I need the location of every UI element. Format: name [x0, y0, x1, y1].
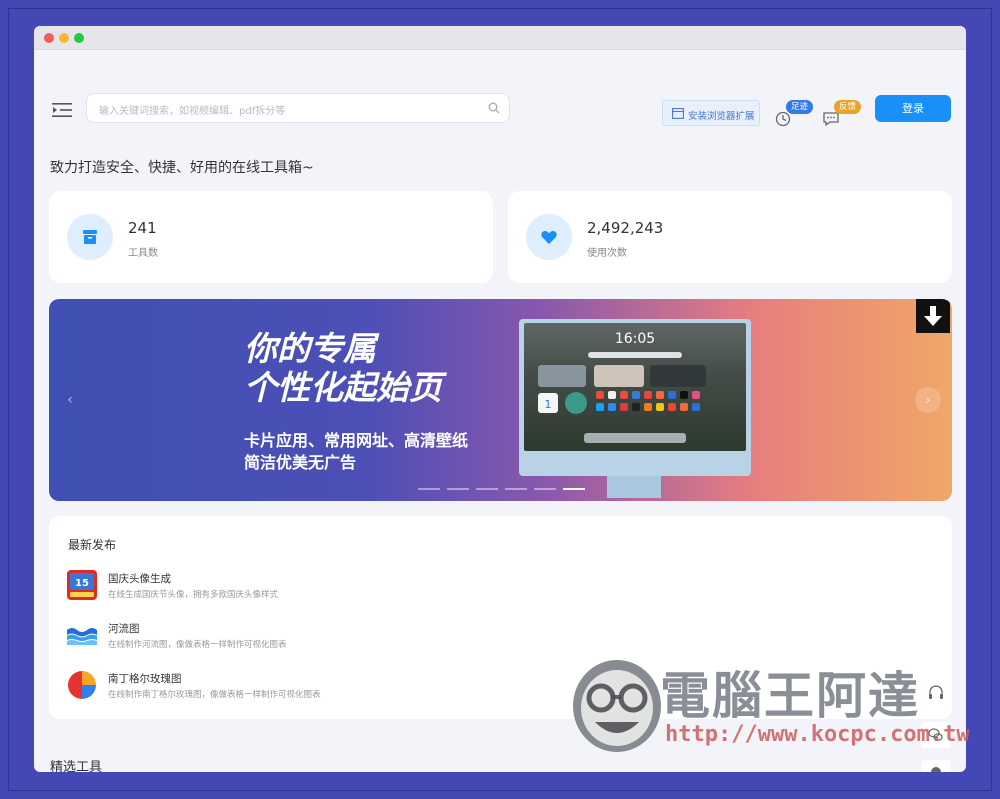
usage-count-card: 2,492,243 使用次数 [508, 191, 952, 283]
close-window-button[interactable] [44, 33, 54, 43]
tool-count-value: 241 [128, 219, 157, 237]
rose-chart-icon [68, 671, 96, 699]
svg-text:15: 15 [75, 578, 89, 589]
mascot-face-icon [573, 660, 661, 752]
login-button[interactable]: 登录 [875, 95, 951, 122]
install-extension-label: 安装浏览器扩展 [688, 111, 755, 122]
list-item[interactable]: 河流图 在线制作河流图，像做表格一样制作可视化图表 [67, 620, 567, 652]
window-titlebar [34, 26, 966, 50]
install-extension-button[interactable]: 安装浏览器扩展 [662, 100, 760, 126]
carousel-dot[interactable] [447, 488, 469, 490]
search-placeholder: 输入关键词搜索，如视频编辑、pdf拆分等 [99, 106, 286, 117]
monitor-frame: 16:05 1 [519, 319, 751, 476]
banner-title-line: 个性化起始页 [244, 368, 442, 407]
stat-icon-circle [526, 214, 572, 260]
item-name: 南丁格尔玫瑰图 [108, 673, 182, 685]
item-name: 河流图 [108, 623, 140, 635]
carousel-dot-active[interactable] [563, 488, 585, 490]
list-item[interactable]: 南丁格尔玫瑰图 在线制作南丁格尔玫瑰图，像做表格一样制作可视化图表 [67, 670, 567, 702]
promo-banner[interactable]: ‹ 你的专属 个性化起始页 卡片应用、常用网址、高清壁纸 简洁优美无广告 16:… [49, 299, 952, 501]
item-description: 在线制作河流图，像做表格一样制作可视化图表 [108, 640, 287, 650]
menu-toggle-icon[interactable] [52, 102, 72, 118]
footprint-badge: 足迹 [786, 100, 814, 114]
item-name: 国庆头像生成 [108, 573, 171, 585]
item-description: 在线生成国庆节头像，拥有多款国庆头像样式 [108, 590, 279, 600]
watermark-text: 電腦王阿達 [660, 667, 920, 725]
bell-icon [931, 767, 941, 772]
banner-title: 你的专属 个性化起始页 [244, 329, 442, 407]
usage-count-value: 2,492,243 [587, 219, 664, 237]
heart-icon [541, 230, 557, 244]
carousel-dot[interactable] [476, 488, 498, 490]
feedback-button[interactable]: 反馈 [822, 100, 864, 128]
usage-count-label: 使用次数 [587, 248, 627, 259]
featured-tools-title: 精选工具 [50, 760, 103, 772]
tool-count-card: 241 工具数 [49, 191, 493, 283]
banner-title-line: 你的专属 [244, 329, 376, 368]
latest-releases-title: 最新发布 [68, 538, 117, 552]
banner-subtitle: 卡片应用、常用网址、高清壁纸 简洁优美无广告 [244, 430, 468, 474]
site-watermark: 電腦王阿達 http://www.kocpc.com.tw [565, 648, 970, 756]
chevron-left-icon[interactable]: ‹ [57, 387, 83, 413]
carousel-indicators [418, 488, 588, 492]
watermark-url: http://www.kocpc.com.tw [665, 722, 970, 747]
footprint-button[interactable]: 足迹 [774, 100, 816, 128]
item-description: 在线制作南丁格尔玫瑰图，像做表格一样制作可视化图表 [108, 690, 321, 700]
browser-window-icon [672, 108, 684, 119]
notification-button[interactable] [921, 760, 951, 772]
maximize-window-button[interactable] [74, 33, 84, 43]
page-tagline: 致力打造安全、快捷、好用的在线工具箱~ [50, 160, 314, 176]
svg-text:1: 1 [545, 398, 552, 411]
carousel-dot[interactable] [534, 488, 556, 490]
monitor-screen: 16:05 1 [524, 323, 746, 451]
download-arrow-icon [924, 306, 942, 326]
monitor-illustration: 16:05 1 [519, 319, 751, 501]
startpage-widgets-icon: 1 [538, 352, 706, 443]
carousel-dot[interactable] [505, 488, 527, 490]
river-chart-icon [67, 628, 97, 645]
minimize-window-button[interactable] [59, 33, 69, 43]
search-input[interactable]: 输入关键词搜索，如视频编辑、pdf拆分等 [86, 93, 510, 123]
banner-subtitle-line: 简洁优美无广告 [244, 453, 357, 472]
chevron-right-icon[interactable]: › [915, 387, 941, 413]
carousel-dot[interactable] [418, 488, 440, 490]
tool-count-label: 工具数 [128, 248, 158, 259]
feedback-badge: 反馈 [834, 100, 862, 114]
download-button[interactable] [916, 299, 950, 333]
stat-icon-circle [67, 214, 113, 260]
monitor-stand [607, 476, 661, 498]
banner-subtitle-line: 卡片应用、常用网址、高清壁纸 [244, 431, 469, 450]
box-icon [83, 230, 97, 244]
national-day-avatar-icon: 15 [67, 570, 97, 600]
list-item[interactable]: 15 国庆头像生成 在线生成国庆节头像，拥有多款国庆头像样式 [67, 570, 567, 602]
search-icon[interactable] [488, 102, 500, 114]
